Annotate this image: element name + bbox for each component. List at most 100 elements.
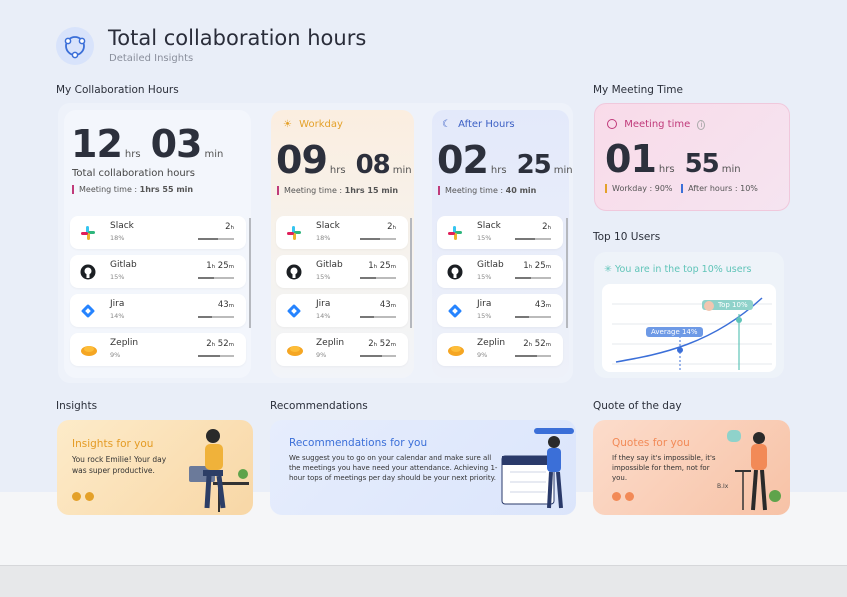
recommendations-card[interactable]: Recommendations for you We suggest you t… [270,420,576,515]
sparkle-icon: ✳ [604,264,612,275]
calendar-illustration [501,428,574,509]
app-row-gitlab[interactable]: Gitlab 15% 1h 25m [437,255,563,288]
slack-icon [80,225,96,241]
app-progress-bar [515,355,551,357]
bottom-bar [0,565,847,597]
app-percent: 14% [316,312,331,320]
app-percent: 9% [110,351,121,359]
after-hours-meeting-time: Meeting time : 40 min [438,186,536,195]
app-time: 2h [387,222,396,232]
quote-title: Quotes for you [612,437,690,449]
app-row-slack[interactable]: Slack 15% 2h [437,216,563,249]
zeplin-icon [80,342,97,358]
app-name: Zeplin [316,338,345,348]
app-row-jira[interactable]: Jira 14% 43m [276,294,408,327]
app-progress-bar [360,355,396,357]
app-progress-bar [198,277,234,279]
app-row-gitlab[interactable]: Gitlab 15% 1h 25m [70,255,246,288]
app-row-zeplin[interactable]: Zeplin 9% 2h 52m [276,333,408,366]
person-laptop-illustration [189,429,249,512]
twitter-icon[interactable] [85,492,94,501]
app-row-slack[interactable]: Slack 18% 2h [70,216,246,249]
insights-title: Insights for you [72,438,154,450]
app-progress-bar [360,316,396,318]
meeting-split: Workday : 90% After hours : 10% [605,184,758,193]
sun-icon: ☀ [283,119,292,130]
after-hours-time: 02 hrs 25 min [437,138,573,182]
app-percent: 15% [477,234,492,242]
app-progress-bar [515,238,551,240]
app-progress-bar [360,238,396,240]
meeting-header: Meeting time i [607,119,706,130]
app-row-jira[interactable]: Jira 14% 43m [70,294,246,327]
app-time: 43m [379,300,396,310]
top-users-card[interactable]: ✳ You are in the top 10% users Average 1… [594,252,784,378]
total-label: Total collaboration hours [72,168,195,179]
record-icon [607,119,617,129]
recommendations-title: Recommendations for you [289,437,428,449]
facebook-icon[interactable] [72,492,81,501]
app-percent: 15% [477,273,492,281]
app-time: 2h 52m [206,339,234,349]
app-row-zeplin[interactable]: Zeplin 9% 2h 52m [437,333,563,366]
app-row-jira[interactable]: Jira 15% 43m [437,294,563,327]
app-name: Jira [477,299,492,309]
app-percent: 15% [110,273,125,281]
workday-scrollbar[interactable] [410,218,412,328]
recommendations-text: We suggest you to go on your calendar an… [289,454,498,482]
app-time: 1h 25m [368,261,396,271]
app-progress-bar [198,238,234,240]
jira-icon [80,303,96,319]
meeting-time-card[interactable]: Meeting time i 01 hrs 55 min Workday : 90% … [594,103,790,211]
facebook-icon[interactable] [612,492,621,501]
app-time: 43m [217,300,234,310]
gitlab-icon [80,264,96,280]
app-name: Gitlab [477,260,504,270]
app-time: 2h [225,222,234,232]
app-row-gitlab[interactable]: Gitlab 15% 1h 25m [276,255,408,288]
app-progress-bar [515,277,551,279]
twitter-icon[interactable] [625,492,634,501]
app-time: 1h 25m [523,261,551,271]
page-title: Total collaboration hours [108,26,367,50]
app-percent: 18% [110,234,125,242]
user-avatar [704,301,714,311]
app-row-slack[interactable]: Slack 18% 2h [276,216,408,249]
app-percent: 15% [316,273,331,281]
insights-card[interactable]: Insights for you You rock Emilie! Your d… [57,420,253,515]
app-progress-bar [198,355,234,357]
person-standing-illustration [727,430,781,511]
app-time: 43m [534,300,551,310]
app-percent: 9% [477,351,488,359]
app-time: 2h [542,222,551,232]
after-hours-header: ☾ After Hours [442,119,515,130]
total-scrollbar[interactable] [249,218,251,328]
app-progress-bar [515,316,551,318]
total-meeting-time: Meeting time : 1hrs 55 min [72,185,193,194]
app-percent: 14% [110,312,125,320]
app-percent: 18% [316,234,331,242]
total-time: 12 hrs 03 min [71,122,224,166]
app-name: Gitlab [110,260,137,270]
app-time: 2h 52m [368,339,396,349]
app-progress-bar [360,277,396,279]
gitlab-icon [447,264,463,280]
app-name: Gitlab [316,260,343,270]
after-hours-scrollbar[interactable] [566,218,568,328]
workday-time: 09 hrs 08 min [276,138,412,182]
jira-icon [447,303,463,319]
page-subtitle: Detailed Insights [109,53,194,64]
app-row-zeplin[interactable]: Zeplin 9% 2h 52m [70,333,246,366]
zeplin-icon [286,342,303,358]
quote-card[interactable]: Quotes for you If they say it's impossib… [593,420,790,515]
app-name: Slack [316,221,340,231]
workday-header: ☀ Workday [283,119,343,130]
jira-icon [286,303,302,319]
app-name: Jira [316,299,331,309]
app-name: Zeplin [477,338,506,348]
slack-icon [286,225,302,241]
quote-section-title: Quote of the day [593,400,682,412]
info-icon: i [697,120,706,130]
app-name: Slack [477,221,501,231]
app-progress-bar [198,316,234,318]
